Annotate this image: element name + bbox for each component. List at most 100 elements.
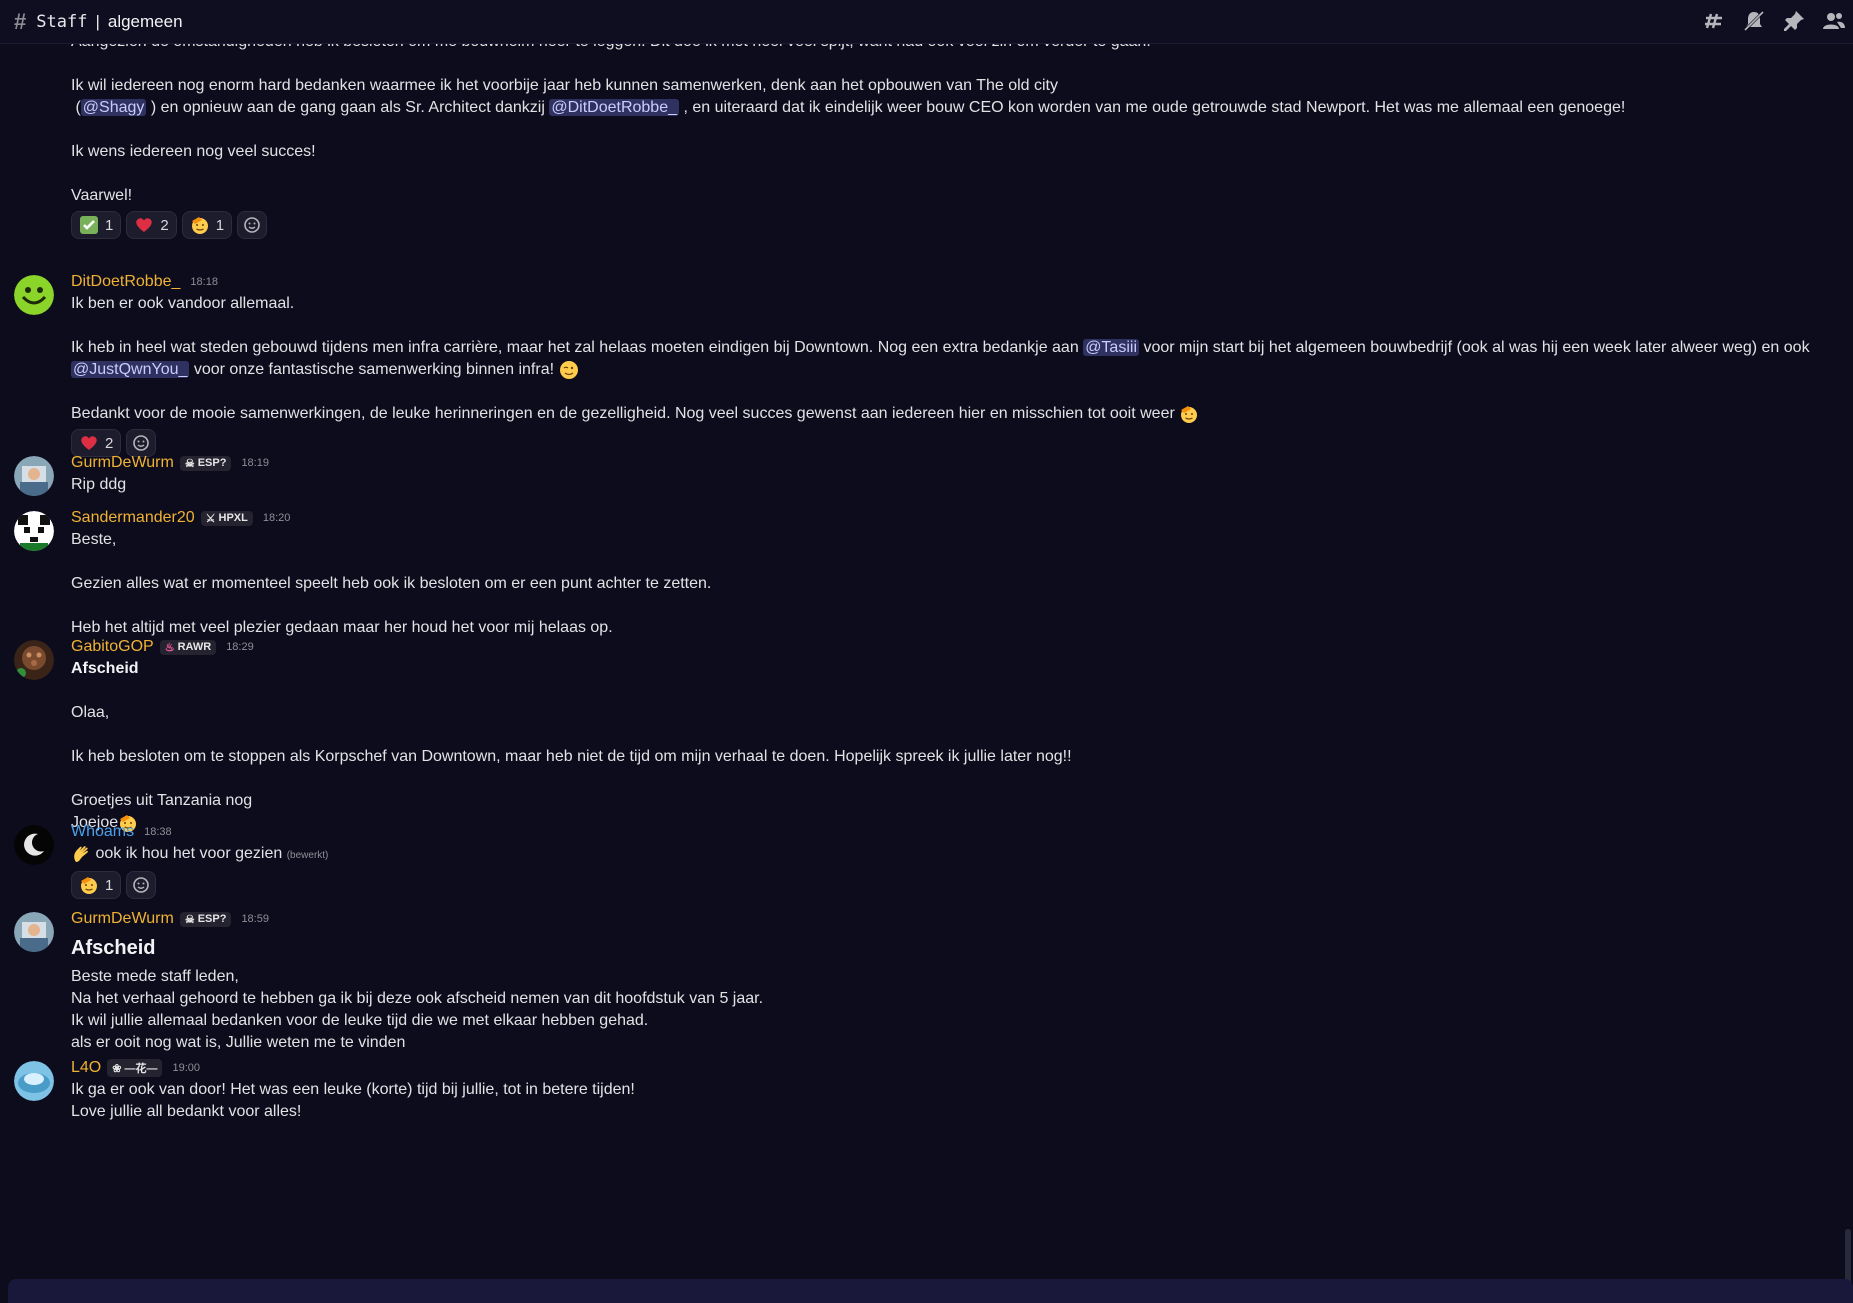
message-text: Ik heb besloten om te stoppen als Korpsc… (71, 748, 1072, 765)
avatar[interactable] (14, 511, 54, 551)
message-text: Ik wil jullie allemaal bedanken voor de … (71, 1012, 649, 1029)
salute-emoji-icon (79, 875, 99, 895)
mute-icon[interactable] (1741, 8, 1767, 34)
add-reaction-icon (131, 875, 151, 895)
message-text: Groetjes uit Tanzania nog (71, 792, 253, 809)
username[interactable]: Whoams (71, 823, 134, 841)
pin-icon[interactable] (1781, 8, 1807, 34)
message-text: Afscheid (71, 660, 139, 677)
reaction-count: 2 (160, 216, 169, 234)
heart-emoji-icon (134, 215, 154, 235)
guild-tag[interactable]: ☠ ESP? (179, 911, 232, 927)
message-text: Aangezien de omstandigheden heb ik beslo… (71, 44, 1811, 53)
add-reaction-icon (242, 215, 262, 235)
reaction-bar: 1 (71, 871, 1811, 899)
guild-tag[interactable]: ⚔ HPXL (200, 510, 253, 526)
avatar[interactable] (14, 456, 54, 496)
avatar[interactable] (14, 912, 54, 952)
skull-icon: ☠ (184, 913, 195, 926)
message-text: Na het verhaal gehoord te hebben ga ik b… (71, 990, 764, 1007)
message-heading: Afscheid (71, 937, 156, 959)
username[interactable]: DitDoetRobbe_ (71, 273, 180, 291)
username[interactable]: GurmDeWurm (71, 454, 174, 472)
user-mention[interactable]: @Shagy (80, 99, 147, 116)
message-text: ook ik hou het voor gezien (bewerkt) (71, 843, 1811, 867)
edited-label: (bewerkt) (286, 850, 329, 861)
reaction-bar: 1 2 1 (71, 211, 1811, 239)
message-text: Olaa, (71, 704, 110, 721)
reaction-count: 1 (105, 216, 114, 234)
sword-icon: ⚔ (205, 512, 216, 525)
flower-icon: ❀ (112, 1062, 122, 1075)
message-text: Beste, (71, 531, 117, 548)
header-toolbar (1701, 8, 1847, 34)
guild-tag[interactable]: ❀ —花— (107, 1059, 163, 1077)
wink-emoji-icon (559, 360, 579, 380)
avatar[interactable] (14, 640, 54, 680)
reaction-count: 1 (215, 216, 225, 234)
user-mention[interactable]: @DitDoetRobbe_ (549, 99, 679, 116)
user-avatar-icon (14, 1061, 54, 1101)
message-list[interactable]: Aangezien de omstandigheden heb ik beslo… (0, 44, 1853, 1284)
message-text: Ik wil iedereen nog enorm hard bedanken … (71, 77, 1058, 94)
timestamp: 18:38 (144, 826, 172, 838)
skull-icon: ☠ (184, 457, 195, 470)
smiley-avatar-icon (14, 275, 54, 315)
reaction-salute[interactable]: 1 (71, 871, 122, 899)
threads-icon[interactable] (1701, 8, 1727, 34)
message-text: Love jullie all bedankt voor alles! (71, 1103, 302, 1120)
message-text: Bedankt voor de mooie samenwerkingen, de… (71, 403, 1811, 425)
timestamp: 18:59 (241, 913, 269, 925)
message-text: Gezien alles wat er momenteel speelt heb… (71, 575, 712, 592)
message-text: Ik heb in heel wat steden gebouwd tijden… (71, 339, 1810, 356)
channel-hash-icon: # (14, 8, 27, 34)
message-text: Beste mede staff leden, (71, 968, 239, 985)
guild-tag[interactable]: ☠ ESP? (179, 455, 232, 471)
channel-separator: | (95, 11, 100, 31)
username[interactable]: GurmDeWurm (71, 910, 174, 928)
timestamp: 18:19 (241, 457, 269, 469)
username[interactable]: GabitoGOP (71, 638, 154, 656)
reaction-heart[interactable]: 2 (126, 211, 177, 239)
message-text: Ik wens iedereen nog veel succes! (71, 143, 316, 160)
pixel-panda-avatar-icon (14, 511, 54, 551)
username[interactable]: L4O (71, 1059, 101, 1077)
salute-emoji-icon (190, 215, 210, 235)
username[interactable]: Sandermander20 (71, 509, 195, 527)
members-icon[interactable] (1821, 8, 1847, 34)
message-text: Vaarwel! (71, 187, 133, 204)
message-text: als er ooit nog wat is, Jullie weten me … (71, 1034, 406, 1051)
user-avatar-icon (14, 456, 54, 496)
user-avatar-icon (14, 912, 54, 952)
add-reaction-button[interactable] (126, 871, 157, 899)
channel-category: Staff (36, 11, 88, 32)
user-mention[interactable]: @Tasiii (1083, 339, 1139, 356)
timestamp: 19:00 (172, 1062, 200, 1074)
moon-avatar-icon (14, 825, 54, 865)
avatar[interactable] (14, 1061, 54, 1101)
fire-icon: ♨ (164, 641, 175, 654)
add-reaction-icon (131, 433, 151, 453)
channel-name: algemeen (107, 11, 183, 31)
reaction-check[interactable]: 1 (71, 211, 122, 239)
message-text: Rip ddg (71, 476, 127, 493)
message-text: Ik ga er ook van door! Het was een leuke… (71, 1081, 635, 1098)
add-reaction-button[interactable] (237, 211, 268, 239)
timestamp: 18:29 (226, 641, 254, 653)
reaction-salute[interactable]: 1 (181, 211, 233, 239)
message-text: Ik ben er ook vandoor allemaal. (71, 295, 295, 312)
reaction-count: 2 (105, 434, 114, 452)
heart-emoji-icon (79, 433, 99, 453)
user-avatar-icon (14, 640, 54, 680)
channel-header: # Staff | algemeen (0, 0, 1853, 44)
avatar[interactable] (14, 275, 54, 315)
scrollbar-thumb[interactable] (1845, 1229, 1851, 1284)
avatar[interactable] (14, 825, 54, 865)
wave-emoji-icon (71, 844, 91, 864)
timestamp: 18:18 (190, 276, 218, 288)
message-input[interactable] (8, 1279, 1853, 1303)
user-mention[interactable]: @JustQwnYou_ (71, 361, 190, 378)
salute-emoji-icon (1179, 404, 1199, 424)
guild-tag[interactable]: ♨ RAWR (159, 639, 217, 655)
check-emoji-icon (79, 215, 99, 235)
